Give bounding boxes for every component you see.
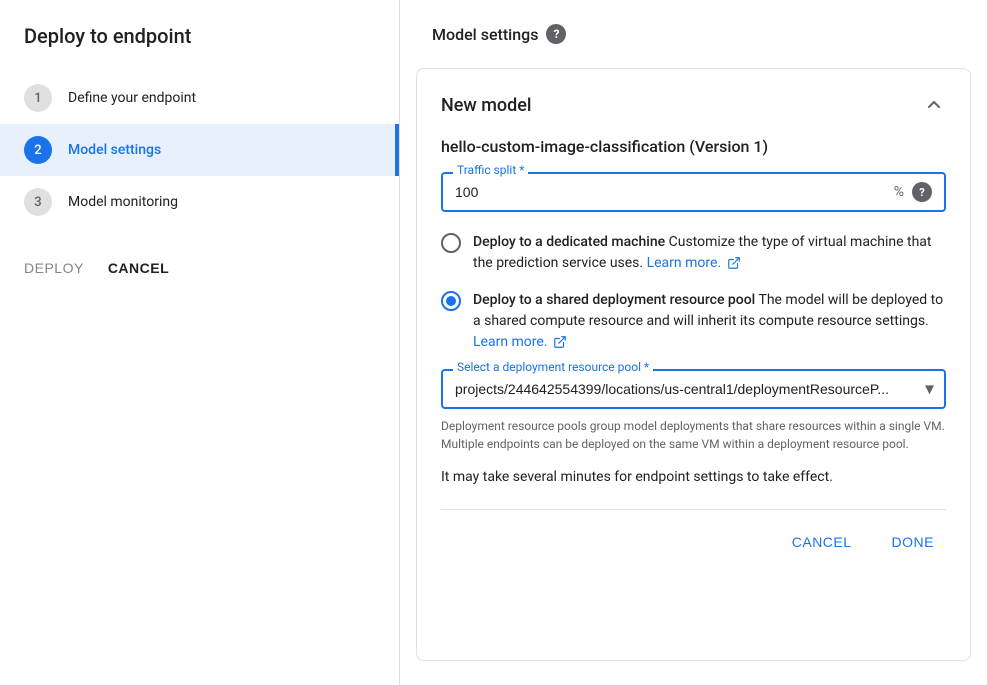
traffic-split-suffix: % bbox=[894, 184, 904, 200]
deployment-pool-helper-text: Deployment resource pools group model de… bbox=[441, 417, 946, 453]
deployment-pool-select[interactable]: projects/244642554399/locations/us-centr… bbox=[441, 369, 946, 409]
sidebar-actions: DEPLOY CANCEL bbox=[0, 236, 399, 300]
section-header: Model settings ? bbox=[400, 24, 987, 68]
traffic-split-label: Traffic split bbox=[453, 163, 528, 177]
dedicated-text: Deploy to a dedicated machine Customize … bbox=[473, 232, 946, 274]
shared-radio[interactable] bbox=[441, 291, 461, 311]
shared-external-icon bbox=[553, 335, 567, 349]
shared-learn-more-link[interactable]: Learn more. bbox=[473, 334, 567, 350]
info-text: It may take several minutes for endpoint… bbox=[441, 469, 946, 485]
step-2-circle: 2 bbox=[24, 136, 52, 164]
deploy-button[interactable]: DEPLOY bbox=[24, 260, 84, 276]
deployment-pool-label: Select a deployment resource pool * bbox=[453, 360, 653, 374]
card-header: New model bbox=[441, 93, 946, 117]
dedicated-external-icon bbox=[727, 256, 741, 270]
shared-option[interactable]: Deploy to a shared deployment resource p… bbox=[441, 290, 946, 353]
dedicated-label-strong: Deploy to a dedicated machine bbox=[473, 234, 665, 250]
deployment-pool-wrapper: Select a deployment resource pool * proj… bbox=[441, 369, 946, 409]
dedicated-radio[interactable] bbox=[441, 233, 461, 253]
model-settings-card: New model hello-custom-image-classificat… bbox=[416, 68, 971, 661]
sidebar: Deploy to endpoint 1 Define your endpoin… bbox=[0, 0, 400, 685]
step-2-item[interactable]: 2 Model settings bbox=[0, 124, 399, 176]
section-help-icon[interactable]: ? bbox=[546, 24, 566, 44]
cancel-sidebar-button[interactable]: CANCEL bbox=[108, 260, 169, 276]
step-3-circle: 3 bbox=[24, 188, 52, 216]
traffic-split-help-icon[interactable]: ? bbox=[912, 182, 932, 202]
dedicated-option[interactable]: Deploy to a dedicated machine Customize … bbox=[441, 232, 946, 274]
step-3-item[interactable]: 3 Model monitoring bbox=[0, 176, 399, 228]
step-2-label: Model settings bbox=[68, 142, 161, 158]
card-footer: CANCEL DONE bbox=[441, 509, 946, 558]
traffic-split-input-row: % ? bbox=[441, 172, 946, 212]
traffic-split-input[interactable] bbox=[455, 184, 894, 200]
model-name: hello-custom-image-classification (Versi… bbox=[441, 137, 946, 156]
step-1-item[interactable]: 1 Define your endpoint bbox=[0, 72, 399, 124]
cancel-button[interactable]: CANCEL bbox=[780, 526, 864, 558]
traffic-split-field: Traffic split % ? bbox=[441, 172, 946, 212]
step-1-circle: 1 bbox=[24, 84, 52, 112]
section-title: Model settings bbox=[432, 25, 538, 44]
done-button[interactable]: DONE bbox=[880, 526, 946, 558]
card-title: New model bbox=[441, 95, 532, 116]
step-1-label: Define your endpoint bbox=[68, 90, 196, 106]
step-3-label: Model monitoring bbox=[68, 194, 178, 210]
collapse-icon[interactable] bbox=[922, 93, 946, 117]
main-content: Model settings ? New model hello-custom-… bbox=[400, 0, 987, 685]
shared-text: Deploy to a shared deployment resource p… bbox=[473, 290, 946, 353]
shared-label-strong: Deploy to a shared deployment resource p… bbox=[473, 292, 755, 308]
sidebar-title: Deploy to endpoint bbox=[0, 24, 399, 72]
dedicated-learn-more-link[interactable]: Learn more. bbox=[647, 255, 741, 271]
